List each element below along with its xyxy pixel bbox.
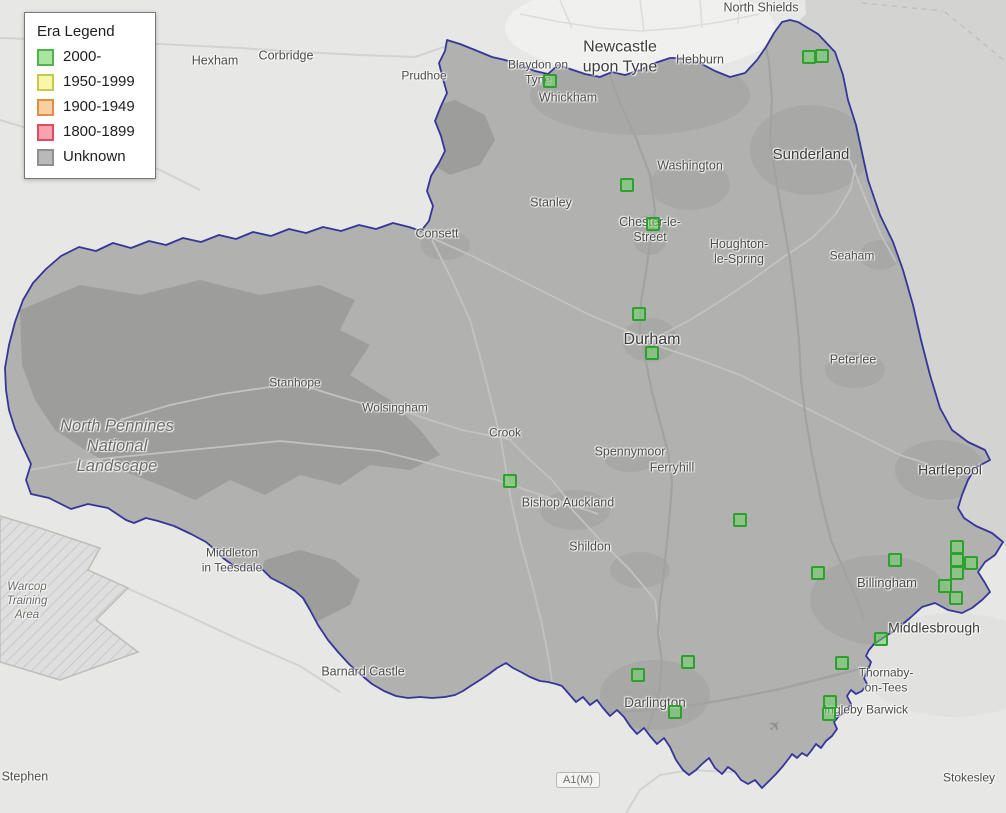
era-legend: Era Legend 2000- 1950-1999 1900-1949 1800-1… (24, 12, 156, 179)
era-marker[interactable] (888, 553, 902, 567)
era-marker[interactable] (822, 707, 836, 721)
era-marker[interactable] (950, 553, 964, 567)
era-marker[interactable] (631, 668, 645, 682)
era-marker[interactable] (949, 591, 963, 605)
a1m-road-badge: A1(M) (556, 772, 600, 788)
legend-row: 1800-1899 (37, 124, 143, 141)
legend-row: Unknown (37, 149, 143, 166)
legend-swatch-icon (37, 49, 54, 66)
legend-title: Era Legend (37, 23, 143, 40)
legend-row: 2000- (37, 49, 143, 66)
era-marker[interactable] (645, 346, 659, 360)
era-marker[interactable] (543, 74, 557, 88)
era-marker[interactable] (646, 217, 660, 231)
era-marker[interactable] (964, 556, 978, 570)
era-marker[interactable] (811, 566, 825, 580)
legend-swatch-icon (37, 74, 54, 91)
map-canvas[interactable]: North ShieldsNewcastle upon TyneHebburnH… (0, 0, 1006, 813)
era-marker[interactable] (950, 540, 964, 554)
legend-label: 2000- (63, 49, 101, 66)
legend-label: 1900-1949 (63, 99, 135, 116)
era-marker[interactable] (733, 513, 747, 527)
era-marker[interactable] (874, 632, 888, 646)
legend-items: 2000- 1950-1999 1900-1949 1800-1899 Unknown (37, 49, 143, 166)
era-marker[interactable] (681, 655, 695, 669)
legend-swatch-icon (37, 99, 54, 116)
legend-row: 1900-1949 (37, 99, 143, 116)
legend-swatch-icon (37, 149, 54, 166)
era-marker[interactable] (950, 566, 964, 580)
era-marker[interactable] (835, 656, 849, 670)
era-marker[interactable] (620, 178, 634, 192)
era-marker[interactable] (815, 49, 829, 63)
era-marker[interactable] (668, 705, 682, 719)
legend-row: 1950-1999 (37, 74, 143, 91)
era-marker[interactable] (503, 474, 517, 488)
era-marker[interactable] (802, 50, 816, 64)
legend-label: Unknown (63, 149, 126, 166)
legend-swatch-icon (37, 124, 54, 141)
era-marker[interactable] (632, 307, 646, 321)
legend-label: 1950-1999 (63, 74, 135, 91)
legend-label: 1800-1899 (63, 124, 135, 141)
